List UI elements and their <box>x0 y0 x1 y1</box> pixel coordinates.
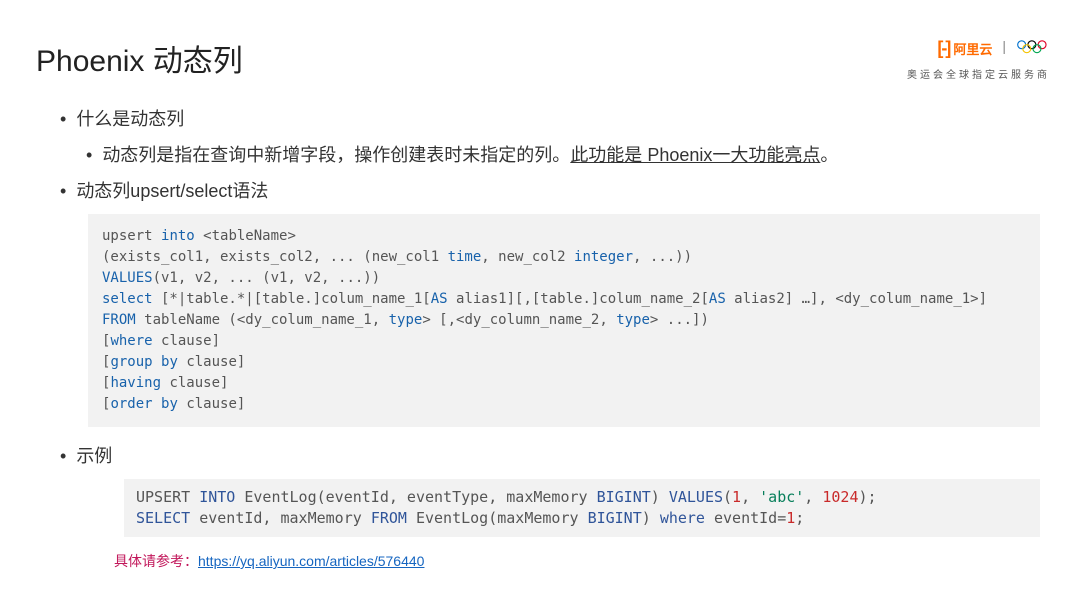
bullet-marker-icon: • <box>60 178 66 204</box>
reference-link[interactable]: https://yq.aliyun.com/articles/576440 <box>198 553 424 569</box>
logo-divider: | <box>1002 38 1006 54</box>
text-post: 。 <box>820 145 838 165</box>
text-highlight: 此功能是 Phoenix一大功能亮点 <box>570 145 820 165</box>
logo-cluster: [-] 阿里云 | <box>937 38 1050 59</box>
bullet-what-is: • 什么是动态列 <box>60 106 1040 132</box>
bullet-text: 动态列upsert/select语法 <box>76 178 268 204</box>
bullet-marker-icon: • <box>60 106 66 132</box>
aliyun-logo: [-] 阿里云 <box>937 38 992 59</box>
bullet-text: 什么是动态列 <box>76 106 184 132</box>
sponsor-text: 奥运会全球指定云服务商 <box>907 66 1050 81</box>
bullet-what-is-detail: • 动态列是指在查询中新增字段，操作创建表时未指定的列。此功能是 Phoenix… <box>86 142 1040 168</box>
bullet-syntax: • 动态列upsert/select语法 <box>60 178 1040 204</box>
bullet-text: 示例 <box>76 443 112 469</box>
aliyun-text: 阿里云 <box>953 39 992 58</box>
bullet-marker-icon: • <box>86 142 92 168</box>
reference-line: 具体请参考：https://yq.aliyun.com/articles/576… <box>114 551 1040 571</box>
bullet-text: 动态列是指在查询中新增字段，操作创建表时未指定的列。此功能是 Phoenix一大… <box>102 142 838 168</box>
bullet-example: • 示例 <box>60 443 1040 469</box>
reference-label: 具体请参考： <box>114 553 198 569</box>
page-title: Phoenix 动态列 <box>36 36 243 80</box>
code-block-syntax: upsert into <tableName> (exists_col1, ex… <box>88 214 1040 427</box>
olympic-rings-icon <box>1016 38 1050 56</box>
aliyun-bracket-icon: [-] <box>937 38 949 59</box>
content-area: • 什么是动态列 • 动态列是指在查询中新增字段，操作创建表时未指定的列。此功能… <box>60 106 1040 571</box>
code-block-example: UPSERT INTO EventLog(eventId, eventType,… <box>124 479 1040 537</box>
text-pre: 动态列是指在查询中新增字段，操作创建表时未指定的列。 <box>102 145 570 165</box>
bullet-marker-icon: • <box>60 443 66 469</box>
